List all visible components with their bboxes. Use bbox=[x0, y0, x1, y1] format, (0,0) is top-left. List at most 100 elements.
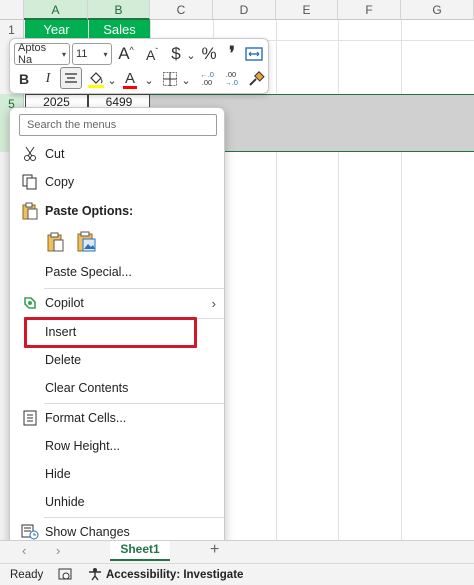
search-menus-input[interactable]: Search the menus bbox=[19, 114, 217, 136]
menu-item-paste-options: Paste Options: bbox=[11, 198, 224, 224]
chevron-right-icon: › bbox=[211, 295, 216, 311]
menu-item-hide[interactable]: Hide bbox=[11, 461, 224, 487]
column-header-d[interactable]: D bbox=[213, 0, 276, 20]
menu-item-unhide[interactable]: Unhide bbox=[11, 489, 224, 515]
menu-item-label: Format Cells... bbox=[45, 411, 127, 425]
percent-style-button[interactable]: % bbox=[199, 44, 219, 64]
borders-icon bbox=[163, 72, 177, 86]
align-center-icon bbox=[65, 73, 77, 83]
scroll-left-icon[interactable]: ‹ bbox=[22, 543, 26, 558]
caret-down-icon: ˇ bbox=[155, 46, 158, 56]
font-size-value: 11 bbox=[76, 48, 88, 60]
menu-item-label: Show Changes bbox=[45, 525, 130, 539]
status-ready: Ready bbox=[10, 569, 44, 581]
accessibility-status[interactable]: Accessibility: Investigate bbox=[106, 569, 243, 581]
row-header-1[interactable]: 1 bbox=[0, 20, 24, 40]
menu-item-format-cells[interactable]: Format Cells... bbox=[11, 405, 224, 431]
column-header-c[interactable]: C bbox=[150, 0, 213, 20]
caret-up-icon: ^ bbox=[129, 45, 134, 55]
increase-font-size-button[interactable]: A ^ bbox=[116, 44, 136, 64]
context-menu: Search the menus Cut Copy Paste Options:… bbox=[9, 107, 225, 547]
column-header-a[interactable]: A bbox=[24, 0, 88, 20]
cell-a1[interactable]: Year bbox=[25, 20, 88, 40]
increase-decimal-button[interactable]: ←.0.00 bbox=[196, 69, 218, 89]
paste-picture-button[interactable] bbox=[74, 229, 100, 255]
menu-item-copilot[interactable]: Copilot › bbox=[11, 290, 224, 316]
menu-separator bbox=[44, 517, 224, 518]
center-align-button[interactable] bbox=[60, 67, 82, 89]
borders-dropdown[interactable]: ⌄ bbox=[181, 70, 191, 90]
borders-button[interactable] bbox=[160, 69, 180, 89]
sheet-tabs-bar: ‹ › Sheet1 + bbox=[0, 540, 474, 563]
column-header-b[interactable]: B bbox=[88, 0, 150, 20]
font-color-button[interactable]: A bbox=[120, 68, 140, 89]
menu-item-clear-contents[interactable]: Clear Contents bbox=[11, 375, 224, 401]
menu-item-label: Copy bbox=[45, 175, 75, 189]
chevron-down-icon: ▾ bbox=[103, 49, 108, 59]
column-header-g[interactable]: G bbox=[401, 0, 474, 20]
menu-item-paste-special[interactable]: Paste Special... bbox=[11, 259, 224, 285]
decrease-decimal-button[interactable]: .00 →.0 bbox=[220, 69, 242, 89]
comma-icon: ❜ bbox=[229, 42, 235, 63]
menu-item-label: Paste Special... bbox=[45, 265, 132, 279]
sheet-tab-sheet1[interactable]: Sheet1 bbox=[110, 541, 170, 561]
menu-item-delete[interactable]: Delete bbox=[11, 347, 224, 373]
cell-b5[interactable]: 6499 bbox=[88, 94, 150, 109]
format-painter-button[interactable] bbox=[246, 69, 266, 89]
italic-icon: I bbox=[45, 71, 51, 86]
cell-b1[interactable]: Sales bbox=[89, 20, 150, 40]
font-name-value: Aptos Na bbox=[18, 42, 47, 66]
menu-item-copy[interactable]: Copy bbox=[11, 169, 224, 195]
grow-font-icon: A bbox=[118, 44, 130, 63]
menu-item-label: Row Height... bbox=[45, 439, 121, 453]
menu-separator bbox=[44, 403, 224, 404]
font-color-swatch bbox=[122, 85, 137, 89]
add-sheet-button[interactable]: + bbox=[210, 541, 219, 559]
menu-item-label: Clear Contents bbox=[45, 381, 129, 395]
currency-icon: $ bbox=[171, 44, 181, 63]
paint-bucket-icon bbox=[88, 72, 104, 88]
select-all-corner[interactable] bbox=[0, 0, 24, 20]
decimal-arrow: →.0 bbox=[224, 78, 238, 87]
comma-style-button[interactable]: ❜ bbox=[222, 43, 242, 63]
paste-clipboard-icon bbox=[47, 232, 64, 252]
font-color-dropdown[interactable]: ⌄ bbox=[144, 70, 154, 90]
paste-button[interactable] bbox=[44, 230, 68, 254]
macro-record-icon[interactable] bbox=[58, 568, 72, 584]
italic-button[interactable]: I bbox=[38, 69, 58, 89]
chevron-down-icon: ▾ bbox=[62, 49, 67, 59]
menu-item-label: Copilot bbox=[45, 296, 84, 310]
search-menus-placeholder: Search the menus bbox=[27, 119, 117, 131]
currency-format-button[interactable]: $ bbox=[166, 44, 186, 64]
decrease-font-size-button[interactable]: Aˇ bbox=[142, 45, 162, 65]
insert-highlight-box bbox=[24, 317, 197, 348]
currency-dropdown-button[interactable]: ⌄ bbox=[186, 45, 196, 65]
menu-item-cut[interactable]: Cut bbox=[11, 141, 224, 167]
chevron-down-icon: ⌄ bbox=[107, 74, 117, 87]
chevron-down-icon: ⌄ bbox=[186, 49, 196, 62]
bold-button[interactable]: B bbox=[14, 69, 34, 89]
decimal-digits: .00 bbox=[201, 78, 213, 87]
scissors-icon bbox=[20, 144, 40, 164]
menu-item-label: Delete bbox=[45, 353, 82, 367]
show-changes-icon bbox=[20, 522, 40, 542]
mini-toolbar: Aptos Na ▾ 11 ▾ A ^ Aˇ $ ⌄ % ❜ B I ⌄ A ⌄ … bbox=[9, 38, 269, 94]
font-color-icon: A bbox=[122, 69, 137, 89]
paste-picture-icon bbox=[77, 231, 96, 252]
copilot-icon bbox=[20, 293, 40, 313]
merge-center-button[interactable] bbox=[244, 44, 264, 64]
column-header-f[interactable]: F bbox=[338, 0, 401, 20]
menu-item-row-height[interactable]: Row Height... bbox=[11, 433, 224, 459]
fill-color-button[interactable] bbox=[86, 69, 106, 89]
cell-a5[interactable]: 2025 bbox=[25, 94, 88, 109]
menu-item-label: Unhide bbox=[45, 495, 85, 509]
bold-icon: B bbox=[18, 71, 30, 87]
fill-color-dropdown[interactable]: ⌄ bbox=[107, 70, 117, 90]
font-name-dropdown[interactable]: Aptos Na ▾ bbox=[14, 42, 70, 66]
paste-options-heading: Paste Options: bbox=[45, 204, 134, 218]
font-size-dropdown[interactable]: 11 ▾ bbox=[72, 43, 112, 65]
menu-item-label: Cut bbox=[45, 147, 65, 161]
copy-icon bbox=[20, 172, 40, 192]
column-header-e[interactable]: E bbox=[276, 0, 338, 20]
scroll-right-icon[interactable]: › bbox=[56, 543, 60, 558]
